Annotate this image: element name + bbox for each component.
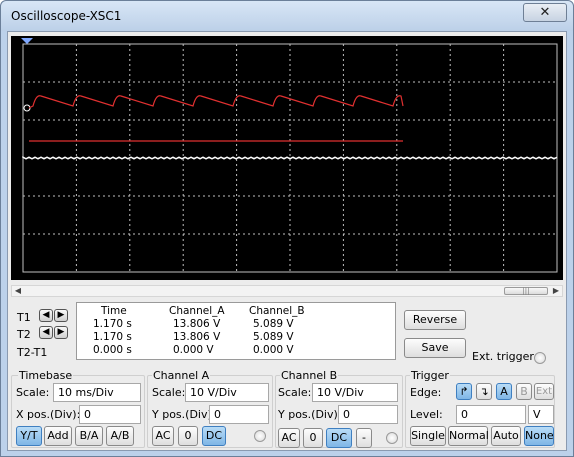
t1-left-arrow-icon[interactable]: ◀ [39,309,53,322]
x-pos-field[interactable]: 0 [79,405,141,424]
title-bar[interactable]: Oscilloscope-XSC1 ✕ [1,1,573,31]
trigger-source-b-button[interactable]: B [516,383,532,400]
readout-t2-time: 1.170 s [93,331,132,343]
t1-label: T1 [17,311,31,324]
channel-b-terminal-icon[interactable] [386,432,398,444]
readout-t1-channel-b: 5.089 V [253,318,294,330]
scroll-thumb[interactable]: ||| [504,287,548,295]
trigger-source-a-button[interactable]: A [496,383,512,400]
readout-diff-time: 0.000 s [93,344,132,356]
channel-b-invert-button[interactable]: - [356,428,372,448]
add-mode-button[interactable]: Add [44,426,72,446]
yt-mode-button[interactable]: Y/T [16,426,42,446]
window-title: Oscilloscope-XSC1 [11,9,122,23]
t2-right-arrow-icon[interactable]: ▶ [54,326,68,339]
channel-b-scale-field[interactable]: 10 V/Div [312,383,398,402]
channel-a-scale-field[interactable]: 10 V/Div [185,383,269,402]
channel-a-title: Channel A [152,369,211,382]
timebase-scale-field[interactable]: 10 ms/Div [53,383,141,402]
readout-t2-channel-b: 5.089 V [253,331,294,343]
channel-a-scale-label: Scale: [152,386,186,399]
t2-t1-label: T2-T1 [17,346,48,359]
channel-a-ac-button[interactable]: AC [152,426,174,446]
channel-b-group: Channel B Scale: 10 V/Div Y pos.(Div): 0… [275,369,403,448]
falling-edge-icon[interactable]: ↴ [476,383,492,400]
channel-a-ypos-label: Y pos.(Div): [152,408,216,421]
time-scrollbar[interactable]: ◀ ||| ▶ [11,285,563,297]
trigger-title: Trigger [410,369,450,382]
timebase-scale-label: Scale: [16,386,50,399]
save-button[interactable]: Save [404,338,466,358]
channel-b-ypos-label: Y pos.(Div): [278,408,342,421]
readout-t1-time: 1.170 s [93,318,132,330]
ext-trigger-label: Ext. trigger [472,350,534,363]
channel-b-zero-button[interactable]: 0 [303,428,323,448]
none-trigger-button[interactable]: None [524,426,554,446]
readout-header-channel-b: Channel_B [249,305,305,317]
measurement-readout: Time Channel_A Channel_B 1.170 s 13.806 … [76,302,396,360]
channel-b-dc-button[interactable]: DC [326,428,352,448]
channel-a-dc-button[interactable]: DC [202,426,226,446]
channel-a-group: Channel A Scale: 10 V/Div Y pos.(Div): 0… [147,369,273,448]
reverse-button[interactable]: Reverse [404,310,466,330]
trigger-level-field[interactable]: 0 [456,405,526,424]
t2-label: T2 [17,328,31,341]
normal-trigger-button[interactable]: Normal [448,426,489,446]
oscilloscope-panel: ◀ ||| ▶ T1 ◀ ▶ T2 ◀ ▶ T2-T1 Time Channel… [7,31,567,451]
scroll-left-icon[interactable]: ◀ [12,286,24,296]
readout-diff-channel-a: 0.000 V [173,344,214,356]
t2-left-arrow-icon[interactable]: ◀ [39,326,53,339]
channel-b-ypos-field[interactable]: 0 [338,405,398,424]
channel-a-terminal-icon[interactable] [254,430,266,442]
ba-mode-button[interactable]: B/A [75,426,103,446]
channel-b-scale-label: Scale: [278,386,312,399]
readout-header-channel-a: Channel_A [169,305,225,317]
rising-edge-icon[interactable]: ↱ [456,383,472,400]
level-label: Level: [410,408,443,421]
ext-trigger-terminal-icon[interactable] [534,352,546,364]
channel-b-title: Channel B [280,369,339,382]
readout-diff-channel-b: 0.000 V [253,344,294,356]
close-button[interactable]: ✕ [523,3,567,22]
scroll-right-icon[interactable]: ▶ [550,286,562,296]
channel-b-ac-button[interactable]: AC [278,428,300,448]
readout-t2-channel-a: 13.806 V [173,331,221,343]
trigger-level-unit[interactable]: V [528,405,554,424]
readout-t1-channel-a: 13.806 V [173,318,221,330]
trigger-group: Trigger Edge: ↱ ↴ A B Ext Level: 0 V Sin… [405,369,555,448]
t1-right-arrow-icon[interactable]: ▶ [54,309,68,322]
timebase-group: Timebase Scale: 10 ms/Div X pos.(Div): 0… [11,369,145,448]
oscilloscope-window: Oscilloscope-XSC1 ✕ ◀ ||| ▶ T1 ◀ ▶ T2 ◀ … [0,0,574,457]
single-trigger-button[interactable]: Single [410,426,446,446]
channel-a-zero-button[interactable]: 0 [178,426,198,446]
trigger-source-ext-button[interactable]: Ext [534,383,554,400]
ab-mode-button[interactable]: A/B [106,426,134,446]
auto-trigger-button[interactable]: Auto [491,426,521,446]
channel-a-ypos-field[interactable]: 0 [209,405,269,424]
edge-label: Edge: [410,386,442,399]
scope-display[interactable] [11,36,563,280]
x-pos-label: X pos.(Div): [16,408,81,421]
readout-header-time: Time [101,305,127,317]
timebase-title: Timebase [18,369,74,382]
